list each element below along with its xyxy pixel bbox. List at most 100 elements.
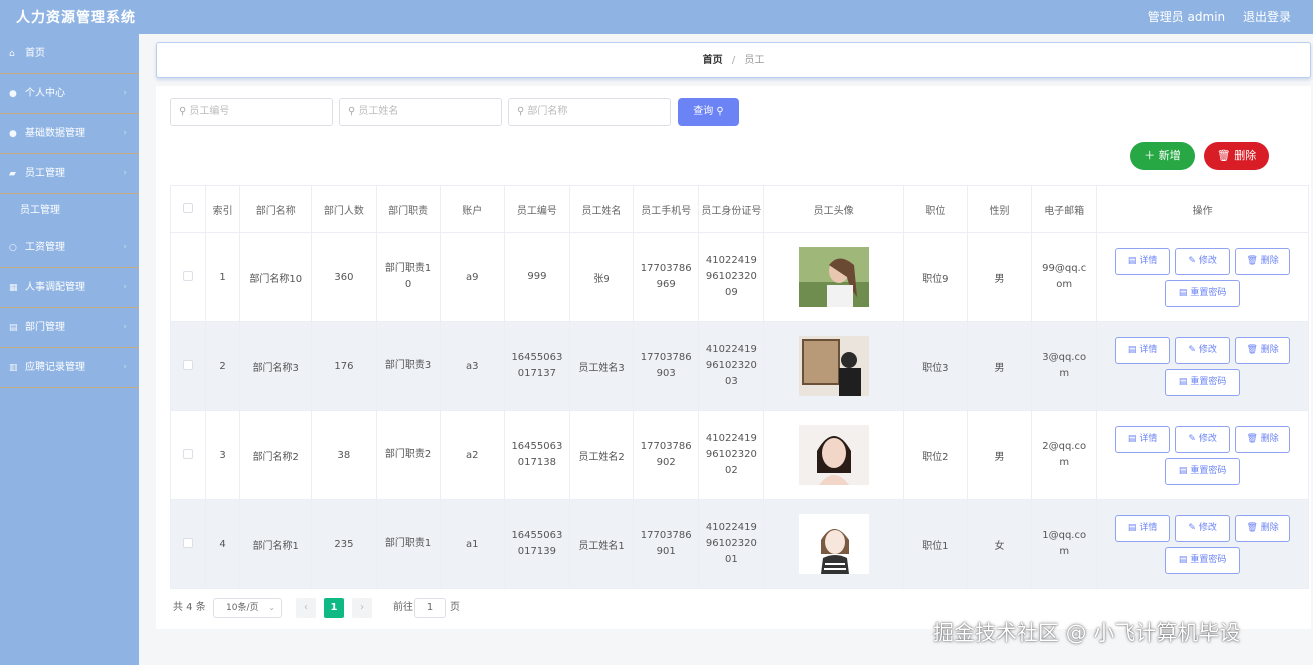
select-all-checkbox[interactable] bbox=[169, 185, 207, 233]
row-checkbox[interactable] bbox=[183, 537, 194, 548]
reset-password-button[interactable]: ▤ 重置密码 bbox=[1165, 279, 1241, 307]
row-delete-button[interactable]: 🗑 删除 bbox=[1235, 336, 1291, 364]
breadcrumb: 首页 / 员工 bbox=[156, 42, 1311, 78]
detail-label: 详情 bbox=[1139, 344, 1158, 355]
employee-name-placeholder: 员工姓名 bbox=[358, 106, 399, 117]
table-row: 4 部门名称1 235 部门职责1 a1 16455063 017139 员工姓名1 17703… bbox=[169, 499, 1309, 589]
cell-dept-count: 235 bbox=[311, 499, 377, 589]
user-area: 管理员 admin 退出登录 bbox=[1134, 8, 1291, 25]
row-actions: ▤ 详情 ✎ 修改 🗑 删除 ▤ 重置密码 bbox=[1096, 232, 1309, 322]
sidebar-item[interactable]: ● 个人中心 › bbox=[0, 74, 139, 114]
dept-name-input[interactable]: ⚲ 部门名称 bbox=[508, 98, 671, 126]
add-button-label: 新增 bbox=[1158, 149, 1181, 162]
detail-button[interactable]: ▤ 详情 bbox=[1115, 514, 1171, 542]
cell-text: 3@qq.co m bbox=[1042, 352, 1087, 379]
employee-no-input[interactable]: ⚲ 员工编号 bbox=[170, 98, 333, 126]
cell-dept-count: 176 bbox=[311, 321, 377, 411]
edit-button[interactable]: ✎ 修改 bbox=[1175, 336, 1231, 364]
column-header: 部门职责 bbox=[375, 185, 441, 233]
page-size-select[interactable]: 10条/页 ⌄ bbox=[213, 598, 282, 618]
detail-label: 详情 bbox=[1139, 255, 1158, 266]
row-actions: ▤ 详情 ✎ 修改 🗑 删除 ▤ 重置密码 bbox=[1096, 410, 1309, 500]
sidebar-item[interactable]: ▦ 人事调配管理 › bbox=[0, 268, 139, 308]
user-icon: ● bbox=[9, 129, 17, 139]
breadcrumb-home[interactable]: 首页 bbox=[703, 55, 723, 66]
document-icon: ▤ bbox=[1127, 344, 1137, 355]
sidebar-item[interactable]: ○ 工资管理 › bbox=[0, 228, 139, 268]
cell-text: 部门职责3 bbox=[384, 360, 432, 371]
cell-account: a2 bbox=[439, 410, 505, 500]
row-actions: ▤ 详情 ✎ 修改 🗑 删除 ▤ 重置密码 bbox=[1096, 499, 1309, 589]
chart-icon: ▥ bbox=[9, 363, 18, 373]
cell-text: 2@qq.co m bbox=[1042, 441, 1087, 468]
cell-text: 16455063 017137 bbox=[511, 352, 563, 379]
row-delete-button[interactable]: 🗑 删除 bbox=[1235, 425, 1291, 453]
row-checkbox-cell bbox=[169, 410, 207, 500]
reset-password-button[interactable]: ▤ 重置密码 bbox=[1165, 368, 1241, 396]
cell-phone: 17703786 901 bbox=[633, 499, 700, 589]
checkbox[interactable] bbox=[183, 202, 194, 213]
cell-dept-name: 部门名称1 bbox=[239, 499, 313, 589]
prev-page-button[interactable]: ‹ bbox=[296, 598, 316, 618]
document-icon: ▤ bbox=[1178, 287, 1188, 298]
reset-password-button[interactable]: ▤ 重置密码 bbox=[1165, 457, 1241, 485]
detail-button[interactable]: ▤ 详情 bbox=[1115, 336, 1171, 364]
row-delete-button[interactable]: 🗑 删除 bbox=[1235, 247, 1291, 275]
add-button[interactable]: ＋ 新增 bbox=[1130, 142, 1195, 170]
avatar bbox=[798, 336, 869, 396]
sidebar-item[interactable]: ▥ 应聘记录管理 › bbox=[0, 348, 139, 388]
edit-button[interactable]: ✎ 修改 bbox=[1175, 514, 1231, 542]
cell-gender: 男 bbox=[966, 321, 1033, 411]
sidebar-item[interactable]: ● 基础数据管理 › bbox=[0, 114, 139, 154]
bulk-delete-label: 删除 bbox=[1234, 149, 1257, 162]
trash-icon: 🗑 bbox=[1246, 255, 1258, 266]
delete-label: 删除 bbox=[1260, 433, 1279, 444]
edit-icon: ✎ bbox=[1188, 255, 1196, 266]
sidebar-item[interactable]: ⌂ 首页 bbox=[0, 34, 139, 74]
bulk-delete-button[interactable]: 🗑 删除 bbox=[1204, 142, 1269, 170]
cell-account: a9 bbox=[439, 232, 505, 322]
cell-emp-name: 张9 bbox=[568, 232, 635, 322]
column-header: 账户 bbox=[439, 185, 505, 233]
sidebar-item-label: 部门管理 bbox=[25, 322, 65, 333]
trash-icon: 🗑 bbox=[1246, 344, 1258, 355]
cell-text: 41022419 96102320 09 bbox=[705, 255, 757, 298]
next-page-button[interactable]: › bbox=[352, 598, 372, 618]
cell-emp-no: 16455063 017139 bbox=[503, 499, 570, 589]
logout-link[interactable]: 退出登录 bbox=[1243, 10, 1291, 24]
search-button[interactable]: 查询 ⚲ bbox=[678, 98, 739, 126]
table-row: 2 部门名称3 176 部门职责3 a3 16455063 017137 员工姓名3 17703… bbox=[169, 321, 1309, 411]
sidebar-item[interactable]: ▤ 部门管理 › bbox=[0, 308, 139, 348]
sidebar-item[interactable]: ▰ 员工管理 › bbox=[0, 154, 139, 194]
row-checkbox[interactable] bbox=[183, 270, 194, 281]
cell-phone: 17703786 902 bbox=[633, 410, 700, 500]
reset-password-button[interactable]: ▤ 重置密码 bbox=[1165, 546, 1241, 574]
detail-label: 详情 bbox=[1139, 433, 1158, 444]
document-icon: ▤ bbox=[1127, 433, 1137, 444]
employee-name-input[interactable]: ⚲ 员工姓名 bbox=[339, 98, 502, 126]
detail-button[interactable]: ▤ 详情 bbox=[1115, 425, 1171, 453]
document-icon: ▤ bbox=[1127, 522, 1137, 533]
edit-icon: ✎ bbox=[1188, 433, 1196, 444]
row-checkbox[interactable] bbox=[183, 359, 194, 370]
goto-page-input[interactable]: 1 bbox=[414, 598, 446, 618]
top-bar: 人力资源管理系统 管理员 admin 退出登录 bbox=[0, 0, 1313, 34]
current-page-button[interactable]: 1 bbox=[324, 598, 344, 618]
grid-icon: ▦ bbox=[9, 283, 18, 293]
chevron-right-icon: › bbox=[123, 282, 127, 292]
app-title: 人力资源管理系统 bbox=[16, 10, 136, 26]
row-delete-button[interactable]: 🗑 删除 bbox=[1235, 514, 1291, 542]
cell-dept-duty: 部门职责1 0 bbox=[375, 232, 441, 322]
edit-button[interactable]: ✎ 修改 bbox=[1175, 425, 1231, 453]
edit-button[interactable]: ✎ 修改 bbox=[1175, 247, 1231, 275]
column-header: 员工手机号 bbox=[633, 185, 700, 233]
cell-dept-count: 38 bbox=[311, 410, 377, 500]
sidebar-subitem[interactable]: 员工管理 bbox=[0, 194, 139, 228]
cell-position: 职位9 bbox=[902, 232, 968, 322]
cell-dept-duty: 部门职责2 bbox=[375, 410, 441, 500]
detail-button[interactable]: ▤ 详情 bbox=[1115, 247, 1171, 275]
admin-user-label[interactable]: 管理员 admin bbox=[1148, 10, 1225, 24]
chevron-down-icon: ⌄ bbox=[268, 603, 275, 612]
cell-text: 17703786 901 bbox=[640, 530, 692, 557]
row-checkbox[interactable] bbox=[183, 448, 194, 459]
